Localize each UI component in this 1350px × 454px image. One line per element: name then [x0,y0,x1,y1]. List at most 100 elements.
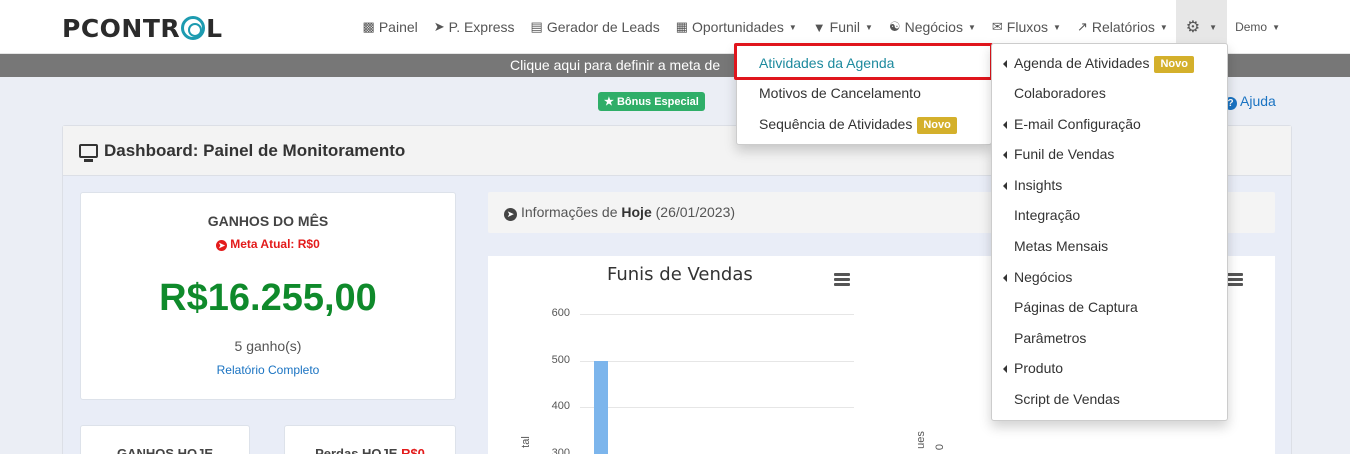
monitor-icon: ▩ [362,19,375,34]
help-link[interactable]: ? Ajuda [1224,93,1276,110]
chart-menu-icon[interactable] [834,273,850,286]
y-tick-label: 400 [551,400,570,412]
today-earnings-card: GANHOS HOJE [80,425,250,454]
nav-item-label: Oportunidades [692,19,784,35]
card-title: GANHOS HOJE [116,446,214,454]
arrow-circle-right-icon: ➤ [504,208,517,221]
monthly-earnings-value: R$16.255,00 [159,277,377,319]
menu-item-label: Negócios [1014,269,1073,285]
menu-item-funil-de-vendas[interactable]: Funil de Vendas [992,139,1114,169]
menu-item-script-de-vendas[interactable]: Script de Vendas [992,384,1120,414]
menu-item-label: Sequência de Atividades [759,116,913,132]
menu-item-parametros[interactable]: Parâmetros [992,323,1086,353]
y-tick-label: 300 [551,446,570,454]
envelope-icon: ✉ [991,19,1003,34]
info-date: (26/01/2023) [655,204,736,220]
page-title: Dashboard: Painel de Monitoramento [104,140,406,160]
gear-icon: ⚙ [1185,19,1201,36]
menu-item-label: Produto [1014,360,1064,376]
caret-left-icon [1003,151,1007,159]
handshake-icon: ☯ [888,19,901,34]
chart-menu-icon-2[interactable] [1227,273,1243,286]
new-badge: Novo [917,116,957,134]
caret-left-icon [1003,274,1007,282]
brand-logo[interactable]: PCONTR L [62,13,223,43]
chevron-down-icon: ▼ [1053,22,1061,32]
caret-left-icon [1003,182,1007,190]
grid-line [580,407,854,408]
grid-line [580,314,854,315]
list-icon: ▦ [675,19,688,34]
menu-item-sequencia-de-atividades[interactable]: Sequência de Atividades Novo [737,109,957,139]
filter-icon: ▼ [812,19,826,35]
won-count: 5 ganho(s) [234,338,302,354]
monitor-icon [79,143,98,162]
menu-item-email-configuracao[interactable]: E-mail Configuração [992,109,1141,139]
menu-item-metas-mensais[interactable]: Metas Mensais [992,231,1108,261]
chart-title: Funis de Vendas [607,264,753,285]
menu-item-label: Script de Vendas [1014,391,1120,407]
card-title: Perdas HOJE [315,446,398,454]
y-axis-label: tal [519,436,532,448]
menu-item-label: Colaboradores [1014,85,1106,101]
grid-line [580,360,854,362]
menu-item-paginas-de-captura[interactable]: Páginas de Captura [992,292,1138,322]
menu-item-label: Funil de Vendas [1014,146,1115,162]
nav-item-painel[interactable]: ▩ Painel [355,0,426,54]
current-goal: ➤ Meta Atual: R$0 [81,237,455,251]
arrow-circle-icon: ➤ [216,240,228,251]
menu-item-negocios[interactable]: Negócios [992,262,1072,292]
y-axis-label-2: ues [914,431,927,449]
user-menu[interactable]: Demo ▼ [1227,0,1288,54]
menu-item-label: Integração [1014,207,1081,223]
y-tick-label-2: 0 [934,443,947,451]
user-name: Demo [1235,20,1268,34]
nav-item-label: Gerador de Leads [546,19,660,35]
nav-item-label: Negócios [904,19,963,35]
losses-value: R$0 [401,446,425,454]
nav-item-gerador-de-leads[interactable]: ▤ Gerador de Leads [523,0,668,54]
today-losses-card: Perdas HOJE R$0 [284,425,456,454]
full-report-link[interactable]: Relatório Completo [81,363,455,377]
card-title: GANHOS DO MÊS [207,213,329,229]
menu-item-colaboradores[interactable]: Colaboradores [992,78,1106,108]
nav-item-p-express[interactable]: ➤ P. Express [426,0,523,54]
chevron-down-icon: ▼ [1159,22,1168,32]
menu-item-integracao[interactable]: Integração [992,200,1080,230]
menu-item-label: E-mail Configuração [1014,116,1141,132]
bonus-label: Bônus Especial [616,96,699,108]
nav-item-label: P. Express [448,19,515,35]
chart-bar[interactable] [594,360,608,454]
menu-item-label: Agenda de Atividades [1014,55,1150,71]
menu-item-label: Metas Mensais [1014,238,1109,254]
nav-item-label: Fluxos [1006,19,1049,35]
chevron-down-icon: ▼ [1209,22,1218,32]
menu-item-produto[interactable]: Produto [992,353,1063,383]
caret-left-icon [1003,60,1007,68]
y-tick-label: 600 [551,307,570,319]
monthly-earnings-card: GANHOS DO MÊS ➤ Meta Atual: R$0 R$16.255,… [80,192,456,400]
info-bold: Hoje [621,204,652,220]
logo-text: PCONTR [62,13,181,43]
rocket-icon: ➤ [433,19,445,34]
menu-item-agenda-de-atividades[interactable]: Agenda de Atividades Novo [992,48,1194,78]
menu-item-motivos-de-cancelamento[interactable]: Motivos de Cancelamento [737,78,921,108]
settings-dropdown: Agenda de Atividades Novo Colaboradores E… [991,43,1228,421]
nav-item-label: Painel [378,19,418,35]
chevron-down-icon: ▼ [788,22,797,32]
menu-item-label: Motivos de Cancelamento [759,85,921,101]
nav-item-label: Relatórios [1091,19,1155,35]
new-badge: Novo [1154,55,1194,73]
menu-item-insights[interactable]: Insights [992,170,1062,200]
menu-item-label: Parâmetros [1014,330,1087,346]
logo-text-end: L [206,13,223,43]
chevron-down-icon: ▼ [865,22,873,32]
robot-icon: ▤ [530,19,543,34]
nav-item-label: Funil [829,19,860,35]
y-tick-label: 500 [551,353,570,366]
caret-left-icon [1003,365,1007,373]
chevron-down-icon: ▼ [1272,22,1280,32]
current-goal-text: Meta Atual: R$0 [230,237,320,251]
bonus-badge[interactable]: ★ Bônus Especial [598,92,705,111]
selection-highlight [734,43,993,80]
